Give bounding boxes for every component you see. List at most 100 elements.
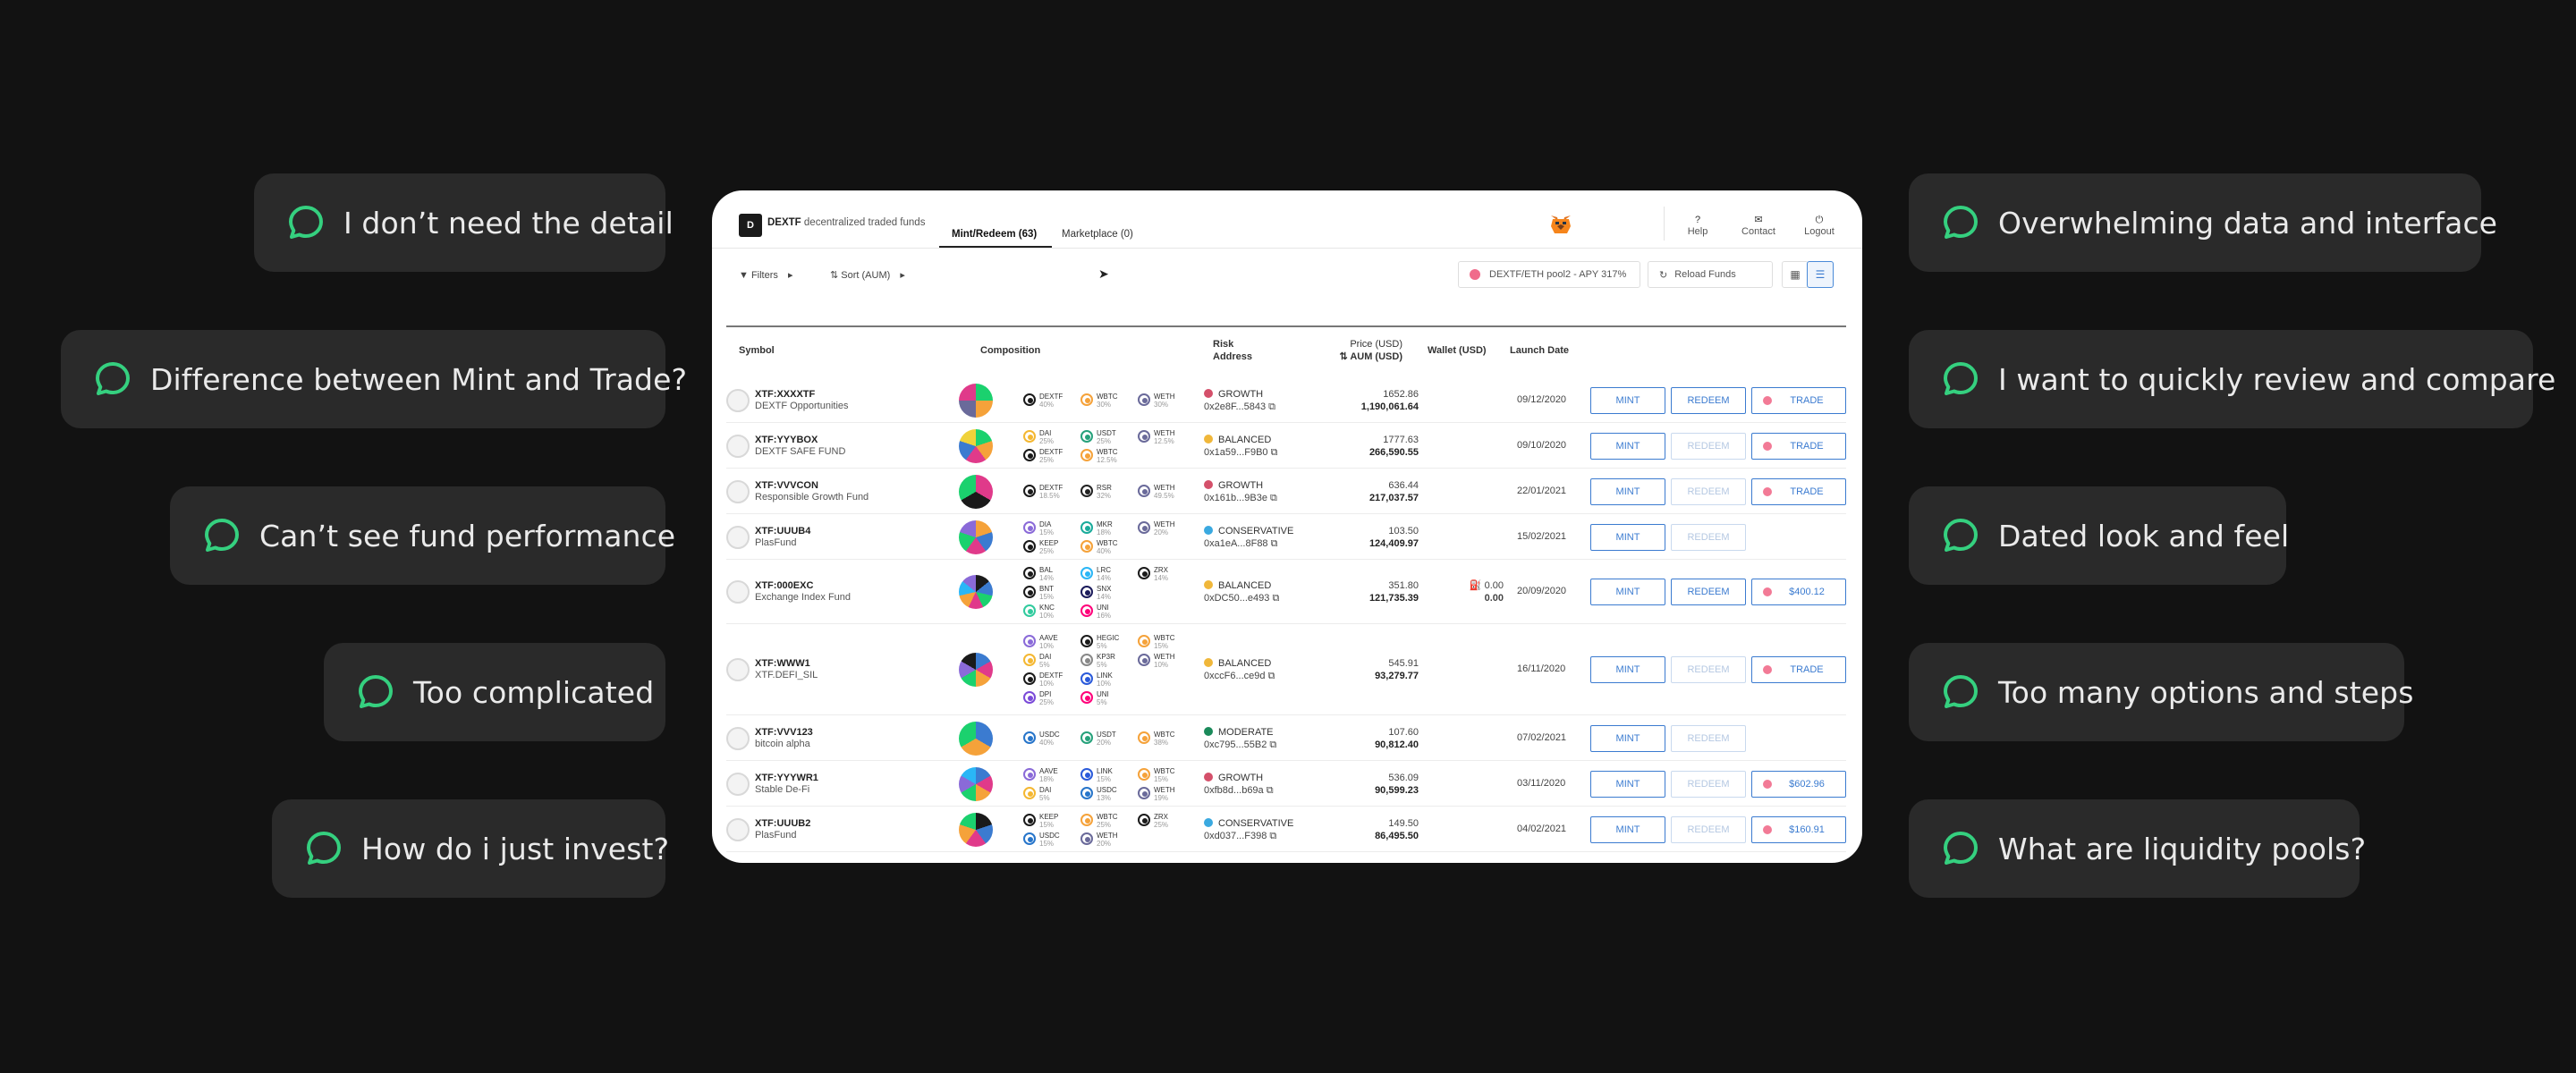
mint-button[interactable]: MINT — [1590, 724, 1665, 752]
header-aum: AUM (USD) — [1350, 351, 1402, 362]
feedback-text: Difference between Mint and Trade? — [150, 361, 688, 397]
mint-button[interactable]: MINT — [1590, 770, 1665, 798]
fund-symbol-cell[interactable]: XTF:000EXC Exchange Index Fund — [755, 580, 851, 604]
token-icon — [1080, 393, 1093, 406]
mint-button[interactable]: MINT — [1590, 432, 1665, 460]
fund-symbol-cell[interactable]: XTF:UUUB4 PlasFund — [755, 526, 810, 549]
token-label: DAI 25% — [1039, 429, 1054, 445]
trade-button[interactable]: TRADE — [1751, 477, 1846, 505]
trade-button[interactable]: $602.96 — [1751, 770, 1846, 798]
header-composition: Composition — [980, 345, 1041, 356]
trade-button[interactable]: TRADE — [1751, 386, 1846, 414]
token-symbol: WETH — [1154, 428, 1175, 437]
help-button[interactable]: ? Help — [1673, 215, 1723, 237]
liquidity-pool-button[interactable]: DEXTF/ETH pool2 - APY 317% — [1458, 261, 1640, 288]
token-weight: 12.5% — [1154, 436, 1174, 445]
fund-name: PlasFund — [755, 536, 797, 548]
trade-label: $160.91 — [1789, 824, 1825, 835]
token-icon — [1080, 786, 1093, 799]
token-weight: 18% — [1097, 528, 1112, 536]
app-window: D DEXTF decentralized traded funds Mint/… — [712, 190, 1862, 863]
chat-icon — [96, 362, 130, 395]
mint-button[interactable]: MINT — [1590, 579, 1665, 605]
mint-button[interactable]: MINT — [1590, 815, 1665, 843]
header-price-aum[interactable]: Price (USD) ⇅ AUM (USD) — [1317, 338, 1402, 363]
tab-marketplace[interactable]: Marketplace (0) — [1062, 229, 1133, 240]
risk-dot-icon — [1204, 817, 1213, 827]
price-aum-cell: 149.50 86,495.50 — [1375, 817, 1419, 842]
copy-icon[interactable]: ⧉ — [1268, 447, 1278, 458]
copy-icon[interactable]: ⧉ — [1267, 493, 1277, 503]
copy-icon[interactable]: ⧉ — [1269, 593, 1279, 604]
token-label: KEEP 25% — [1039, 539, 1058, 555]
fund-symbol-cell[interactable]: XTF:UUUB2 PlasFund — [755, 818, 810, 841]
fund-symbol: XTF:VVV123 — [755, 726, 813, 738]
trade-button[interactable]: $400.12 — [1751, 579, 1846, 605]
fund-symbol-cell[interactable]: XTF:VVV123 bitcoin alpha — [755, 727, 813, 750]
token-label: WBTC 12.5% — [1097, 448, 1118, 464]
feedback-text: Can’t see fund performance — [259, 518, 676, 553]
envelope-icon: ✉ — [1754, 215, 1763, 225]
filters-button[interactable]: ▼ Filters ▸ — [739, 269, 793, 281]
launch-date: 09/10/2020 — [1517, 439, 1567, 451]
trade-button[interactable]: $160.91 — [1751, 815, 1846, 843]
price-aum-cell: 107.60 90,812.40 — [1375, 726, 1419, 751]
token-symbol: DEXTF — [1039, 672, 1063, 680]
redeem-button[interactable]: REDEEM — [1671, 579, 1746, 605]
copy-icon[interactable]: ⧉ — [1267, 831, 1276, 841]
fund-name: bitcoin alpha — [755, 738, 810, 749]
contact-button[interactable]: ✉ Contact — [1733, 215, 1784, 237]
grid-view-button[interactable]: ▦ — [1782, 261, 1809, 288]
token-weight: 18% — [1039, 774, 1055, 783]
token-icon — [1080, 672, 1093, 685]
token-symbol: WBTC — [1154, 634, 1175, 642]
copy-icon[interactable]: ⧉ — [1266, 401, 1275, 412]
header-price: Price (USD) — [1350, 339, 1402, 350]
redeem-button: REDEEM — [1671, 432, 1746, 460]
trade-button[interactable]: TRADE — [1751, 432, 1846, 460]
token-icon — [1138, 520, 1150, 534]
fund-symbol: XTF:XXXXTF — [755, 388, 816, 400]
mint-button[interactable]: MINT — [1590, 656, 1665, 683]
metamask-fox-icon[interactable] — [1549, 214, 1572, 235]
token-symbol: WETH — [1154, 653, 1175, 661]
token-icon — [1080, 604, 1093, 617]
mint-button[interactable]: MINT — [1590, 477, 1665, 505]
fund-symbol-cell[interactable]: XTF:WWW1 XTF.DEFI_SIL — [755, 658, 818, 681]
token-label: SNX 14% — [1097, 585, 1111, 601]
fund-aum: 217,037.57 — [1368, 492, 1419, 503]
token-icon — [1080, 731, 1093, 744]
trade-button[interactable]: TRADE — [1751, 656, 1846, 683]
fund-symbol-cell[interactable]: XTF:YYYBOX DEXTF SAFE FUND — [755, 435, 845, 458]
list-view-button[interactable]: ☰ — [1807, 261, 1834, 288]
copy-icon[interactable]: ⧉ — [1265, 671, 1275, 681]
mint-button[interactable]: MINT — [1590, 523, 1665, 551]
fund-aum: 86,495.50 — [1375, 830, 1419, 841]
contract-address: 0x1a59...F9B0 — [1204, 446, 1268, 458]
token-label: WETH 30% — [1154, 393, 1175, 409]
header-symbol[interactable]: Symbol — [739, 344, 775, 357]
copy-icon[interactable]: ⧉ — [1264, 785, 1274, 796]
feedback-bubble: Too complicated — [324, 643, 665, 741]
copy-icon[interactable]: ⧉ — [1267, 739, 1276, 750]
risk-address-cell: CONSERVATIVE 0xd037...F398 ⧉ — [1204, 817, 1293, 842]
chat-icon — [1944, 832, 1978, 865]
fund-symbol-cell[interactable]: XTF:YYYWR1 Stable De-Fi — [755, 773, 818, 796]
token-weight: 16% — [1097, 611, 1112, 620]
mint-button[interactable]: MINT — [1590, 386, 1665, 414]
nav-separator — [1664, 207, 1665, 241]
logout-button[interactable]: ⏻ Logout — [1794, 215, 1844, 237]
token-weight: 40% — [1097, 546, 1112, 555]
reload-funds-button[interactable]: ↻ Reload Funds — [1648, 261, 1773, 288]
token-weight: 20% — [1097, 739, 1112, 747]
token-weight: 14% — [1039, 573, 1055, 582]
copy-icon[interactable]: ⧉ — [1268, 538, 1278, 549]
filters-label: Filters — [750, 270, 778, 281]
redeem-button[interactable]: REDEEM — [1671, 386, 1746, 414]
fund-symbol-cell[interactable]: XTF:VVVCON Responsible Growth Fund — [755, 480, 869, 503]
feedback-bubble: Too many options and steps — [1909, 643, 2413, 741]
sort-button[interactable]: ⇅ Sort (AUM) ▸ — [830, 269, 905, 281]
fund-symbol-cell[interactable]: XTF:XXXXTF DEXTF Opportunities — [755, 389, 849, 412]
tab-mint-redeem[interactable]: Mint/Redeem (63) — [952, 229, 1037, 240]
composition-pie-chart — [959, 812, 993, 847]
